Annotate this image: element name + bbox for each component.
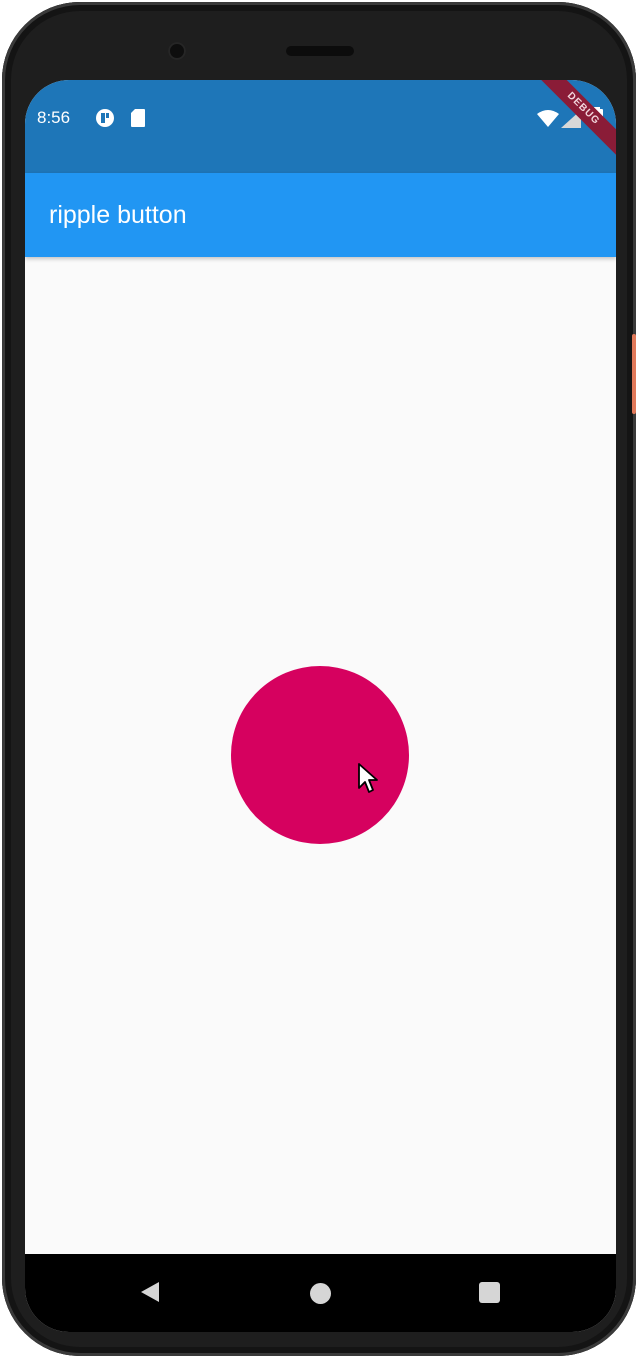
sd-card-icon	[130, 108, 146, 133]
status-time: 8:56	[37, 108, 71, 127]
phone-frame: 8:56 DEBUG ripple button	[2, 2, 636, 1356]
app-title: ripple button	[49, 201, 187, 229]
back-icon[interactable]	[139, 1280, 161, 1309]
mouse-cursor-icon	[357, 762, 379, 801]
home-icon[interactable]	[310, 1283, 331, 1304]
navigation-bar	[25, 1254, 616, 1332]
earpiece-speaker	[286, 46, 354, 56]
recents-icon[interactable]	[479, 1282, 500, 1303]
front-camera	[168, 42, 186, 60]
status-bar: 8:56 DEBUG	[25, 80, 616, 173]
screen: 8:56 DEBUG ripple button	[25, 80, 616, 1332]
side-power-button	[632, 334, 636, 414]
ripple-button[interactable]	[231, 666, 409, 844]
app-bar: ripple button	[25, 173, 616, 257]
wifi-icon	[537, 110, 559, 133]
notification-icon	[95, 108, 115, 133]
